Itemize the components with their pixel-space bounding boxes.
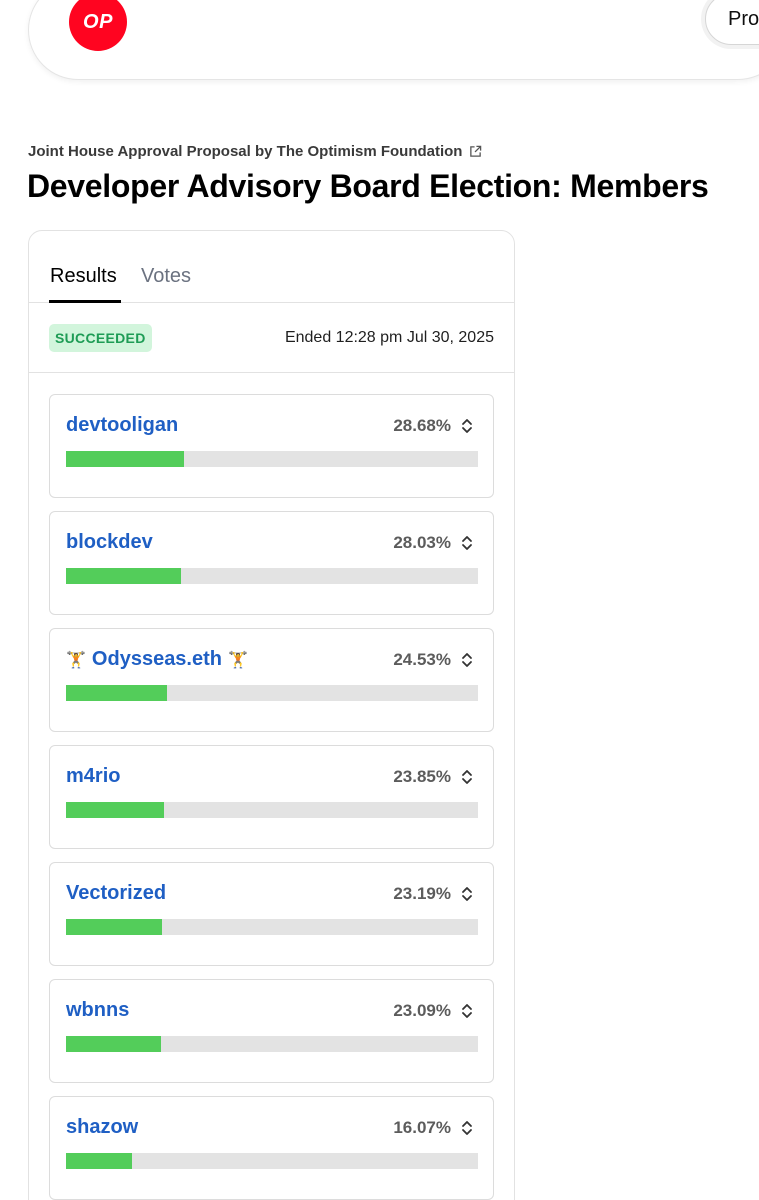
candidate-name-link[interactable]: Vectorized [66,882,166,905]
vote-progress-fill [66,451,185,467]
candidate-name: wbnns [66,999,130,1021]
proposer-text: Joint House Approval Proposal by The Opt… [28,143,463,160]
candidate-name: shazow [66,1116,139,1138]
vote-progress-fill [66,1036,162,1052]
chevron-updown-icon[interactable] [460,1119,474,1137]
vote-progress-track [66,685,478,701]
candidate-name-link[interactable]: blockdev [66,531,153,554]
tab-bar: Results Votes [29,231,514,303]
candidate-row[interactable]: Vectorized 23.19% [49,862,494,966]
vote-progress-fill [66,685,168,701]
top-navbar: OP Propos [28,0,759,80]
external-link-icon [470,145,482,157]
chevron-updown-icon[interactable] [460,651,474,669]
candidate-name: Vectorized [66,882,167,904]
optimism-logo[interactable]: OP [69,0,127,51]
vote-progress-track [66,802,478,818]
ended-timestamp: Ended 12:28 pm Jul 30, 2025 [284,329,494,346]
vote-progress-track [66,1153,478,1169]
vote-progress-track [66,568,478,584]
chevron-updown-icon[interactable] [460,534,474,552]
vote-progress-track [66,919,478,935]
chevron-updown-icon[interactable] [460,885,474,903]
proposer-line[interactable]: Joint House Approval Proposal by The Opt… [28,143,482,160]
candidate-name-link[interactable]: m4rio [66,765,120,788]
status-row: SUCCEEDED Ended 12:28 pm Jul 30, 2025 [29,303,514,373]
candidate-row[interactable]: wbnns 23.09% [49,979,494,1083]
candidate-name: devtooligan [66,414,179,436]
vote-percentage: 24.53% [393,650,451,669]
candidate-name-link[interactable]: shazow [66,1116,138,1139]
candidate-name-link[interactable]: 🏋 Odysseas.eth 🏋 [66,648,248,671]
person-lifting-icon: 🏋 [66,651,86,669]
vote-progress-fill [66,568,182,584]
person-lifting-icon: 🏋 [228,651,248,669]
vote-percentage: 23.19% [393,884,451,903]
candidate-row[interactable]: devtooligan 28.68% [49,394,494,498]
proposals-nav-button[interactable]: Propos [705,0,759,45]
vote-progress-track [66,1036,478,1052]
chevron-updown-icon[interactable] [460,768,474,786]
tab-results[interactable]: Results [50,265,117,288]
vote-progress-fill [66,919,162,935]
vote-progress-track [66,451,478,467]
vote-percentage: 23.09% [393,1001,451,1020]
vote-progress-fill [66,802,165,818]
candidate-name: m4rio [66,765,121,787]
candidate-name: blockdev [66,531,153,553]
candidate-name-link[interactable]: devtooligan [66,414,178,437]
candidate-row[interactable]: 🏋 Odysseas.eth 🏋 24.53% [49,628,494,732]
vote-percentage: 28.03% [393,533,451,552]
vote-progress-fill [66,1153,133,1169]
candidate-name-link[interactable]: wbnns [66,999,129,1022]
candidate-row[interactable]: shazow 16.07% [49,1096,494,1200]
chevron-updown-icon[interactable] [460,1002,474,1020]
candidate-row[interactable]: m4rio 23.85% [49,745,494,849]
chevron-updown-icon[interactable] [460,417,474,435]
vote-percentage: 28.68% [393,416,451,435]
vote-percentage: 16.07% [393,1118,451,1137]
status-badge: SUCCEEDED [49,324,152,352]
page: OP Propos Joint House Approval Proposal … [0,0,759,1200]
tab-votes[interactable]: Votes [141,265,191,288]
results-card: Results Votes SUCCEEDED Ended 12:28 pm J… [28,230,515,1200]
vote-percentage: 23.85% [393,767,451,786]
page-title: Developer Advisory Board Election: Membe… [27,168,709,204]
candidate-name: Odysseas.eth [91,648,222,670]
candidate-row[interactable]: blockdev 28.03% [49,511,494,615]
